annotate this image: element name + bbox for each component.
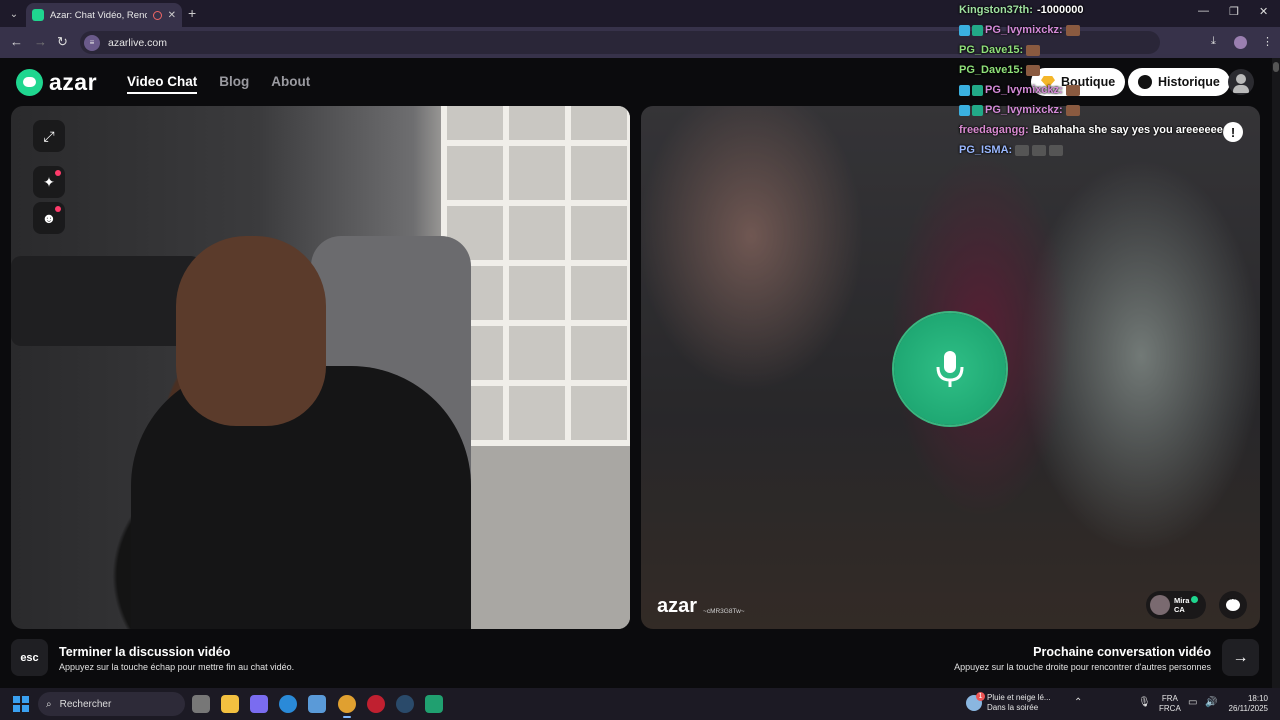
clock[interactable]: 18:10 26/11/2025	[1228, 694, 1268, 714]
language-indicator[interactable]: FRA FRCA	[1159, 694, 1181, 714]
volume-icon[interactable]: 🔊	[1205, 697, 1217, 708]
chrome-icon[interactable]	[338, 695, 356, 718]
partner-country: CA	[1174, 605, 1185, 614]
file-explorer-icon[interactable]	[221, 695, 239, 713]
next-chat-title: Prochaine conversation vidéo	[1033, 645, 1211, 659]
self-video: ⤢ ✦ ☻	[11, 106, 630, 629]
chat-line: PG_Ivymixckz:	[959, 24, 1080, 36]
partner-badge[interactable]: Mira CA	[1146, 591, 1206, 619]
mask-icon[interactable]: ☻	[33, 202, 65, 234]
address-toolbar: ← → ↻ ≡ azarlive.com	[0, 27, 1280, 58]
azar-logo-icon	[16, 69, 43, 96]
close-window-icon[interactable]: ✕	[1259, 5, 1268, 18]
microphone-icon[interactable]	[894, 313, 1006, 425]
logo-text: azar	[49, 69, 98, 95]
end-chat-hint: Appuyez sur la touche échap pour mettre …	[59, 662, 295, 672]
chat-line: PG_Dave15:	[959, 64, 1041, 76]
opera-icon[interactable]	[367, 695, 385, 713]
nav-video-chat[interactable]: Video Chat	[127, 74, 198, 94]
scroll-thumb[interactable]	[1273, 62, 1279, 72]
nav-about[interactable]: About	[271, 74, 310, 94]
tab-list-button[interactable]: ⌄	[4, 4, 24, 24]
site-info-icon[interactable]: ≡	[84, 34, 100, 51]
report-icon[interactable]: !	[1223, 122, 1243, 142]
recording-icon	[152, 10, 162, 20]
url-text: azarlive.com	[108, 36, 167, 49]
partner-info: Mira CA	[1174, 596, 1199, 614]
partner-name: Mira	[1174, 596, 1190, 605]
main-nav: Video Chat Blog About	[127, 74, 310, 94]
tray-chevron-icon[interactable]: ⌃	[1074, 697, 1082, 708]
store-icon[interactable]	[308, 695, 326, 713]
copilot-icon[interactable]	[250, 695, 268, 713]
weather-text: Pluie et neige lé... Dans la soirée	[987, 693, 1051, 712]
user-avatar-icon[interactable]	[1228, 69, 1254, 95]
expand-icon[interactable]: ⤢	[33, 120, 65, 152]
steam-icon[interactable]	[396, 695, 414, 713]
partner-video: ! azar ~cMR3G8Tw~ Mira CA	[641, 106, 1260, 629]
download-icon[interactable]: ⤓	[1211, 35, 1216, 48]
history-label: Historique	[1158, 75, 1220, 89]
azar-logo[interactable]: azar	[16, 69, 97, 96]
profile-icon[interactable]	[1234, 36, 1247, 49]
azar-page: azar Video Chat Blog About Boutique Hist…	[0, 58, 1272, 688]
effects-icon[interactable]: ✦	[33, 166, 65, 198]
windows-taskbar: ⌕ Rechercher Pluie et neige lé... Dans l…	[0, 688, 1280, 720]
online-indicator-icon	[1191, 596, 1199, 603]
next-arrow-button[interactable]: →	[1222, 639, 1259, 676]
background-sofa	[11, 256, 201, 346]
chat-line: Kingston37th: -1000000	[959, 4, 1084, 16]
edge-icon[interactable]	[279, 695, 297, 713]
chat-line: PG_Ivymixckz:	[959, 104, 1080, 116]
chat-line: PG_Dave15:	[959, 44, 1041, 56]
watermark-code: ~cMR3G8Tw~	[703, 608, 745, 615]
chat-line: PG_Ivymixckz:	[959, 84, 1080, 96]
end-chat-title: Terminer la discussion vidéo	[59, 645, 231, 659]
esc-button[interactable]: esc	[11, 639, 48, 676]
azar-favicon-icon	[32, 9, 44, 21]
partner-avatar	[1150, 595, 1170, 615]
minimize-icon[interactable]: —	[1198, 5, 1209, 17]
page-scrollbar[interactable]	[1272, 58, 1280, 688]
network-icon[interactable]: ▭	[1188, 697, 1197, 708]
weather-icon	[966, 692, 985, 711]
back-icon[interactable]: ←	[10, 34, 23, 49]
browser-menu-icon[interactable]: ⋮	[1262, 35, 1273, 48]
taskbar-search[interactable]: ⌕ Rechercher	[38, 692, 185, 716]
microphone-tray-icon[interactable]: 🎙	[1138, 697, 1151, 708]
browser-tab-strip: ⌄ Azar: Chat Vidéo, Rencontr ✕ + — ❐ ✕	[0, 0, 1280, 27]
person-head	[176, 236, 326, 426]
weather-widget[interactable]: Pluie et neige lé... Dans la soirée	[966, 692, 1051, 713]
watermark-logo: azar	[657, 595, 698, 617]
new-tab-icon[interactable]: +	[188, 5, 196, 21]
browser-tab[interactable]: Azar: Chat Vidéo, Rencontr ✕	[26, 3, 182, 27]
windows-start-icon[interactable]	[13, 696, 29, 712]
nav-blog[interactable]: Blog	[219, 74, 249, 94]
search-icon: ⌕	[46, 698, 52, 710]
forward-icon[interactable]: →	[34, 34, 47, 49]
clock-icon	[1138, 75, 1152, 89]
search-label: Rechercher	[59, 698, 112, 710]
terminal-icon[interactable]	[425, 695, 443, 713]
task-view-icon[interactable]	[192, 695, 210, 713]
chat-icon[interactable]	[1219, 591, 1247, 619]
reload-icon[interactable]: ↻	[57, 34, 68, 50]
history-button[interactable]: Historique	[1128, 68, 1230, 96]
close-tab-icon[interactable]: ✕	[168, 10, 176, 21]
tab-title: Azar: Chat Vidéo, Rencontr	[50, 9, 147, 21]
azar-watermark: azar ~cMR3G8Tw~	[657, 595, 745, 618]
chat-line: freedagangg: Bahahaha she say yes you are…	[959, 124, 1223, 136]
next-chat-hint: Appuyez sur la touche droite pour rencon…	[954, 662, 1211, 672]
chat-line: PG_ISMA:	[959, 144, 1064, 156]
maximize-icon[interactable]: ❐	[1229, 5, 1239, 18]
